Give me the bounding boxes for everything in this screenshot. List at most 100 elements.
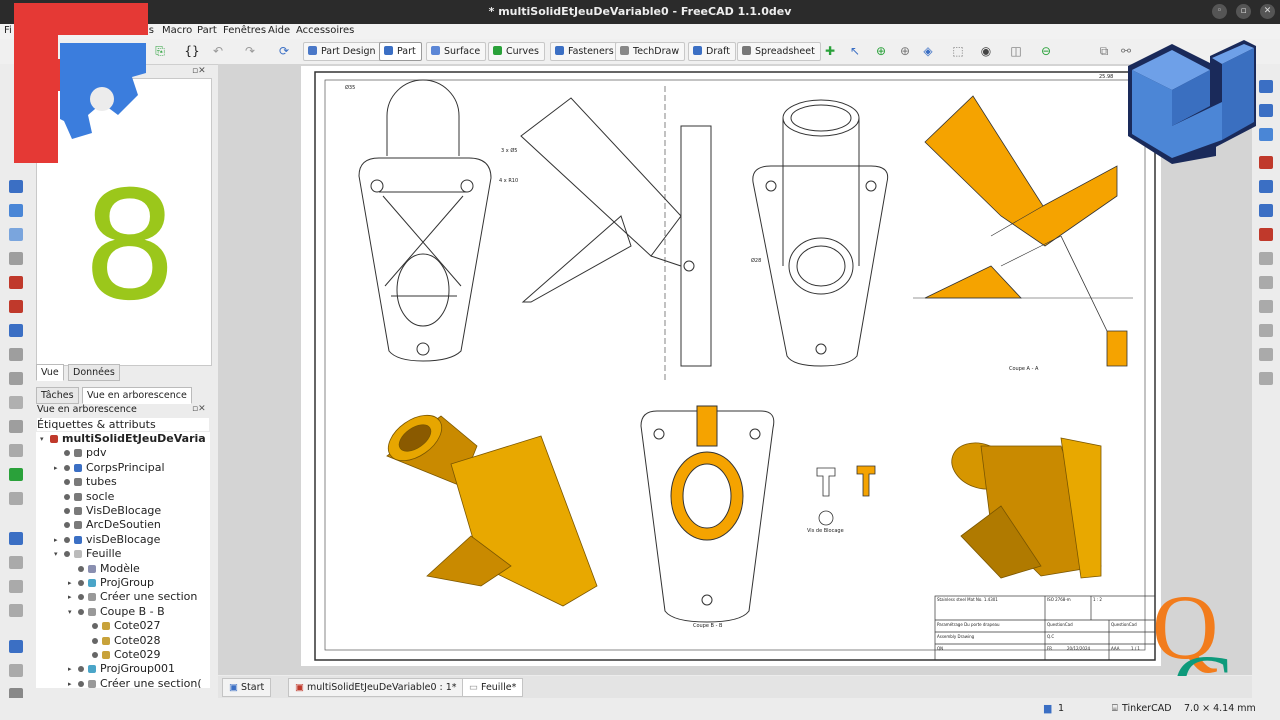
menu-accessoires[interactable]: Accessoires <box>296 25 354 36</box>
fillet-icon[interactable] <box>9 300 23 313</box>
shape-builder-icon[interactable] <box>9 204 23 217</box>
visibility-eye-icon[interactable] <box>64 464 70 471</box>
tree-expander-icon[interactable]: ▾ <box>68 608 72 616</box>
visibility-eye-icon[interactable] <box>78 594 84 601</box>
primitive-icon[interactable] <box>9 180 23 193</box>
tab-donnees[interactable]: Données <box>68 364 120 381</box>
section-icon[interactable] <box>9 348 23 361</box>
menu-macro[interactable]: Macro <box>162 25 192 36</box>
visibility-eye-icon[interactable] <box>64 450 70 457</box>
workbench-tab-curves[interactable]: Curves <box>488 42 545 61</box>
macro-icon[interactable]: ⎘ <box>152 43 168 59</box>
cone-icon[interactable] <box>1259 156 1273 169</box>
tree-expander-icon[interactable]: ▸ <box>68 593 72 601</box>
view-top-icon[interactable] <box>1259 276 1273 289</box>
measure-icon[interactable]: ⧉ <box>1096 43 1112 59</box>
boolean-icon[interactable] <box>9 532 23 545</box>
split-icon[interactable] <box>9 664 23 677</box>
menu-aide[interactable]: Aide <box>268 25 290 36</box>
visibility-eye-icon[interactable] <box>64 536 70 543</box>
workbench-tab-fasteners[interactable]: Fasteners <box>550 42 620 61</box>
redo-icon[interactable]: ↷ <box>242 43 258 59</box>
prism-icon[interactable] <box>1259 228 1273 241</box>
fit-all-icon[interactable]: ⊕ <box>873 43 889 59</box>
thickness-icon[interactable] <box>9 420 23 433</box>
visibility-eye-icon[interactable] <box>78 666 84 673</box>
tab-vue[interactable]: Vue <box>36 364 64 381</box>
revolve-icon[interactable] <box>9 252 23 265</box>
whats-this-icon[interactable]: ↖ <box>847 43 863 59</box>
doc-tab-feuille[interactable]: ▭ Feuille* <box>462 678 524 697</box>
tree-expander-icon[interactable]: ▸ <box>68 579 72 587</box>
view-bottom-icon[interactable] <box>1259 348 1273 361</box>
view-rear-icon[interactable] <box>1259 324 1273 337</box>
menu-part[interactable]: Part <box>197 25 217 36</box>
undo-icon[interactable]: ↶ <box>210 43 226 59</box>
drawing-sheet[interactable]: Coupe A - A Coupe B - B Vis de Blocage 2… <box>301 66 1161 666</box>
fuse-icon[interactable] <box>9 580 23 593</box>
zoom-icon[interactable]: ⊖ <box>1038 43 1054 59</box>
menu-fenetres[interactable]: Fenêtres <box>223 25 266 36</box>
visibility-eye-icon[interactable] <box>78 608 84 615</box>
torus-icon[interactable] <box>1259 180 1273 193</box>
view-left-icon[interactable] <box>1259 372 1273 385</box>
visibility-eye-icon[interactable] <box>64 551 70 558</box>
tab-vue-arborescence[interactable]: Vue en arborescence <box>82 387 192 404</box>
cube-icon[interactable] <box>1259 80 1273 93</box>
visibility-eye-icon[interactable] <box>92 637 98 644</box>
add-icon[interactable]: ✚ <box>822 43 838 59</box>
tube-icon[interactable] <box>1259 204 1273 217</box>
expression-icon[interactable]: {} <box>184 43 200 59</box>
workbench-tab-techdraw[interactable]: TechDraw <box>615 42 686 61</box>
fit-selection-icon[interactable]: ⊕ <box>897 43 913 59</box>
view-right-icon[interactable] <box>1259 300 1273 313</box>
draw-style-icon[interactable]: ◉ <box>978 43 994 59</box>
tree-expander-icon[interactable]: ▸ <box>54 464 58 472</box>
doc-tab-model[interactable]: ▣ multiSolidEtJeuDeVariable0 : 1* <box>288 678 464 697</box>
close-button[interactable]: ✕ <box>1260 4 1275 19</box>
visibility-eye-icon[interactable] <box>92 652 98 658</box>
tree-expander-icon[interactable]: ▾ <box>54 550 58 558</box>
view-isometric-icon[interactable]: ◈ <box>920 43 936 59</box>
projection-icon[interactable] <box>9 444 23 457</box>
extrude-icon[interactable] <box>9 228 23 241</box>
box-zoom-icon[interactable]: ⬚ <box>950 43 966 59</box>
workbench-tab-spreadsheet[interactable]: Spreadsheet <box>737 42 821 61</box>
tree-expander-icon[interactable]: ▸ <box>68 680 72 688</box>
cylinder-icon[interactable] <box>1259 104 1273 117</box>
visibility-eye-icon[interactable] <box>64 522 70 529</box>
cross-sections-icon[interactable] <box>9 372 23 385</box>
doc-tab-start[interactable]: ▣ Start <box>222 678 272 697</box>
visibility-eye-icon[interactable] <box>64 479 70 486</box>
workbench-tab-part[interactable]: Part <box>379 42 422 61</box>
view-front-icon[interactable] <box>1259 252 1273 265</box>
tree-expander-icon[interactable]: ▸ <box>54 536 58 544</box>
tree-expander-icon[interactable]: ▾ <box>40 435 44 443</box>
workbench-tab-part-design[interactable]: Part Design <box>303 42 382 61</box>
chamfer-icon[interactable] <box>9 324 23 337</box>
cut-icon[interactable] <box>9 556 23 569</box>
workbench-tab-surface[interactable]: Surface <box>426 42 487 61</box>
menu-fichier[interactable]: Fi <box>4 25 12 36</box>
check-geometry-icon[interactable] <box>9 468 23 481</box>
tree-close-icon[interactable]: ▫✕ <box>192 404 206 414</box>
visibility-eye-icon[interactable] <box>78 565 84 572</box>
visibility-eye-icon[interactable] <box>78 680 84 687</box>
visibility-eye-icon[interactable] <box>64 508 70 514</box>
visibility-eye-icon[interactable] <box>92 623 98 630</box>
workbench-tab-draft[interactable]: Draft <box>688 42 736 61</box>
visibility-eye-icon[interactable] <box>78 580 84 586</box>
mirror-icon[interactable] <box>9 276 23 289</box>
tab-taches[interactable]: Tâches <box>36 387 79 404</box>
tree-view[interactable]: ▾ multiSolidEtJeuDeVaria pdv ▸ CorpsPrincipa… <box>36 432 210 688</box>
defeaturing-icon[interactable] <box>9 492 23 505</box>
visibility-eye-icon[interactable] <box>64 493 70 500</box>
sphere-icon[interactable] <box>1259 128 1273 141</box>
offset-icon[interactable] <box>9 396 23 409</box>
refresh-icon[interactable]: ⟳ <box>276 43 292 59</box>
std-views-icon[interactable]: ◫ <box>1008 43 1024 59</box>
tree-expander-icon[interactable]: ▸ <box>68 665 72 673</box>
common-icon[interactable] <box>9 604 23 617</box>
join-icon[interactable] <box>9 640 23 653</box>
navigation-style[interactable]: TinkerCAD <box>1122 703 1172 714</box>
